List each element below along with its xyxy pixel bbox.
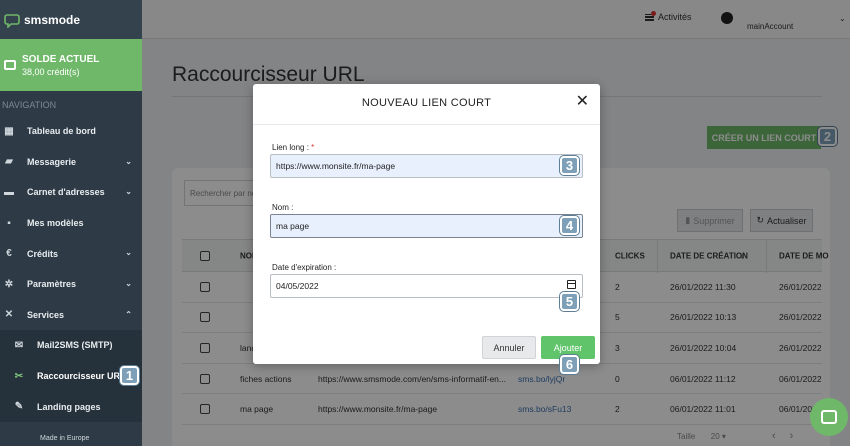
step-badge-1: 1 <box>120 365 139 385</box>
sidebar-item-credits[interactable]: € Crédits ⌄ <box>0 238 142 269</box>
long-link-label-text: Lien long : <box>272 143 309 152</box>
chevron-down-icon: ⌄ <box>125 278 132 288</box>
sidebar-item-settings[interactable]: ✲ Paramètres ⌄ <box>0 269 142 300</box>
tools-icon: ✕ <box>4 309 14 321</box>
expiry-date-input[interactable]: 04/05/2022 <box>270 274 583 298</box>
expiry-value: 04/05/2022 <box>276 281 319 291</box>
step-badge-3: 3 <box>560 156 579 175</box>
step-badge-6: 6 <box>560 355 579 374</box>
name-value: ma page <box>276 221 310 231</box>
divider <box>253 124 600 125</box>
address-book-icon: ▬ <box>4 186 14 198</box>
calendar-icon[interactable] <box>567 280 576 289</box>
brand-name: smsmode <box>24 12 81 27</box>
required-mark: * <box>311 143 315 152</box>
sidebar-subitem-mail2sms[interactable]: ✉ Mail2SMS (SMTP) <box>0 330 142 361</box>
chevron-up-icon: ⌃ <box>125 309 132 319</box>
step-badge-4: 4 <box>560 216 579 235</box>
chat-button[interactable] <box>810 398 848 436</box>
sidebar-item-address-book[interactable]: ▬ Carnet d'adresses ⌄ <box>0 177 142 208</box>
sidebar-item-label: Services <box>27 309 65 320</box>
chevron-down-icon: ⌄ <box>125 187 132 197</box>
add-label: Ajouter <box>553 342 583 353</box>
chevron-down-icon: ⌄ <box>125 248 132 258</box>
wallet-icon <box>4 60 16 70</box>
dashboard-icon: ▦ <box>4 125 14 137</box>
sidebar-subitem-label: Mail2SMS (SMTP) <box>37 340 113 351</box>
new-short-link-dialog: NOUVEAU LIEN COURT ✕ Lien long : * https… <box>253 84 600 374</box>
cancel-button[interactable]: Annuler <box>482 336 536 359</box>
chat-bubble-icon <box>4 13 20 28</box>
long-link-value: https://www.monsite.fr/ma-page <box>276 161 396 171</box>
long-link-label: Lien long : * <box>272 143 314 152</box>
sidebar-item-services[interactable]: ✕ Services ⌃ <box>0 300 142 331</box>
sidebar-item-label: Crédits <box>27 248 59 259</box>
sidebar-item-label: Messagerie <box>27 156 77 167</box>
brand[interactable]: smsmode <box>0 0 142 39</box>
sidebar-subitem-landing-pages[interactable]: ✎ Landing pages <box>0 391 142 422</box>
balance-panel: SOLDE ACTUEL 38,00 crédit(s) <box>0 39 142 91</box>
envelope-icon: ✉ <box>14 339 24 351</box>
close-icon[interactable]: ✕ <box>576 94 589 110</box>
cancel-label: Annuler <box>493 342 525 353</box>
sidebar-subitem-label: Landing pages <box>37 401 101 412</box>
scissors-icon: ✂ <box>14 370 24 382</box>
sidebar-item-label: Mes modèles <box>27 218 84 229</box>
sidebar-item-label: Tableau de bord <box>27 126 96 137</box>
nav-title: NAVIGATION <box>2 100 57 110</box>
template-icon: ▪ <box>7 217 11 229</box>
sidebar-subitem-label: Raccourcisseur URL <box>37 371 126 382</box>
sidebar-item-label: Carnet d'adresses <box>27 187 105 198</box>
made-in-europe: Made in Europe <box>40 435 90 442</box>
chat-icon <box>821 410 837 424</box>
gear-icon: ✲ <box>4 278 14 290</box>
dialog-title: NOUVEAU LIEN COURT <box>361 97 492 109</box>
pencil-icon: ✎ <box>14 401 24 413</box>
name-input[interactable]: ma page <box>270 214 583 238</box>
sidebar-subitem-url-shortener[interactable]: ✂ Raccourcisseur URL 1 <box>0 361 142 392</box>
sidebar-item-messaging[interactable]: ▰ Messagerie ⌄ <box>0 147 142 178</box>
expiry-label: Date d'expiration : <box>272 263 337 272</box>
sidebar-item-label: Paramètres <box>27 279 77 290</box>
name-label: Nom : <box>272 203 294 212</box>
message-icon: ▰ <box>5 156 13 168</box>
balance-title: SOLDE ACTUEL <box>22 53 100 65</box>
step-badge-5: 5 <box>560 292 579 311</box>
sidebar-item-templates[interactable]: ▪ Mes modèles <box>0 208 142 239</box>
chevron-down-icon: ⌄ <box>125 156 132 166</box>
euro-icon: € <box>6 248 12 260</box>
long-link-input[interactable]: https://www.monsite.fr/ma-page <box>270 154 583 178</box>
sidebar: smsmode SOLDE ACTUEL 38,00 crédit(s) NAV… <box>0 0 142 446</box>
sidebar-item-dashboard[interactable]: ▦ Tableau de bord <box>0 116 142 147</box>
balance-value: 38,00 crédit(s) <box>22 66 80 77</box>
